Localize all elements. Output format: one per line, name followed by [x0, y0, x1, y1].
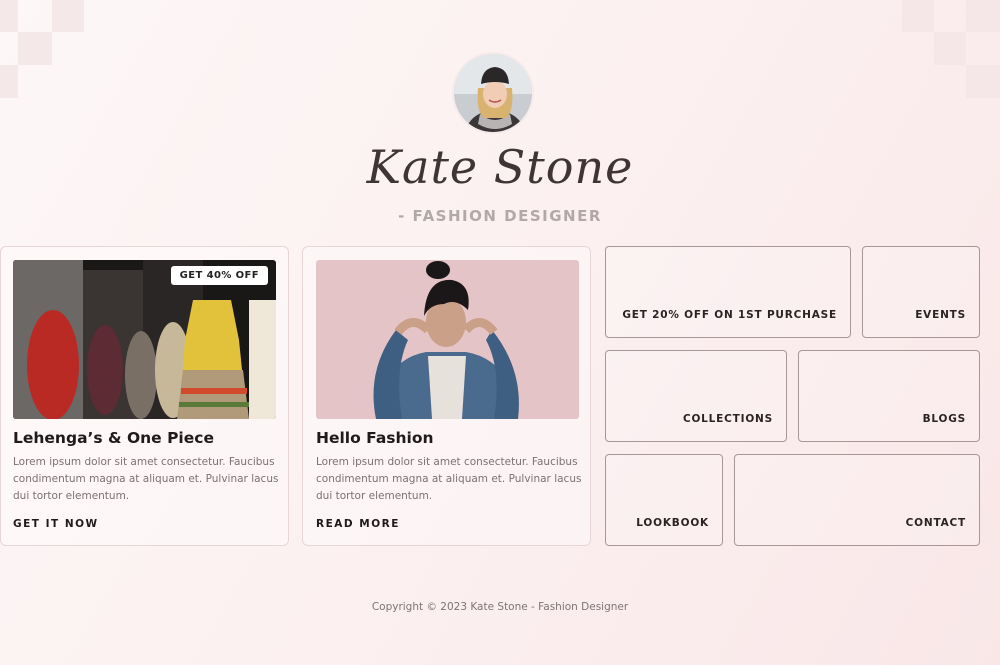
- card-image: GET 40% OFF: [13, 260, 276, 419]
- card-image: [316, 260, 579, 419]
- blog-card: Hello Fashion Lorem ipsum dolor sit amet…: [302, 246, 591, 546]
- tile-blogs[interactable]: BLOGS: [798, 350, 980, 442]
- tile-events[interactable]: EVENTS: [862, 246, 980, 338]
- tile-blogs-label: BLOGS: [922, 413, 966, 425]
- corner-decoration: [0, 0, 18, 32]
- product-card: GET 40% OFF Lehenga’s & One Piece Lorem …: [0, 246, 289, 546]
- tile-events-label: EVENTS: [915, 309, 966, 321]
- avatar: [452, 52, 534, 134]
- profile-name: Kate Stone: [366, 140, 634, 194]
- card-description: Lorem ipsum dolor sit amet consectetur. …: [316, 456, 582, 502]
- corner-decoration: [0, 65, 18, 98]
- tile-contact[interactable]: CONTACT: [734, 454, 980, 546]
- corner-decoration: [966, 0, 1000, 32]
- get-it-now-link[interactable]: GET IT NOW: [13, 518, 99, 530]
- read-more-link[interactable]: READ MORE: [316, 518, 400, 530]
- tile-lookbook-label: LOOKBOOK: [636, 517, 709, 529]
- corner-decoration: [902, 0, 934, 32]
- card-description: Lorem ipsum dolor sit amet consectetur. …: [13, 456, 279, 502]
- corner-decoration: [966, 65, 1000, 98]
- card-title: Hello Fashion: [316, 429, 434, 447]
- card-title: Lehenga’s & One Piece: [13, 429, 214, 447]
- tile-collections-label: COLLECTIONS: [682, 413, 773, 425]
- profile-role: - FASHION DESIGNER: [398, 207, 602, 225]
- corner-decoration: [18, 32, 52, 65]
- tile-offer[interactable]: GET 20% OFF ON 1ST PURCHASE: [605, 246, 851, 338]
- copyright-text: Copyright © 2023 Kate Stone - Fashion De…: [371, 601, 629, 613]
- discount-badge: GET 40% OFF: [170, 266, 268, 285]
- corner-decoration: [52, 0, 84, 32]
- tile-offer-label: GET 20% OFF ON 1ST PURCHASE: [622, 309, 837, 321]
- corner-decoration: [934, 32, 966, 65]
- tile-contact-label: CONTACT: [905, 517, 966, 529]
- tile-collections[interactable]: COLLECTIONS: [605, 350, 787, 442]
- tile-lookbook[interactable]: LOOKBOOK: [605, 454, 723, 546]
